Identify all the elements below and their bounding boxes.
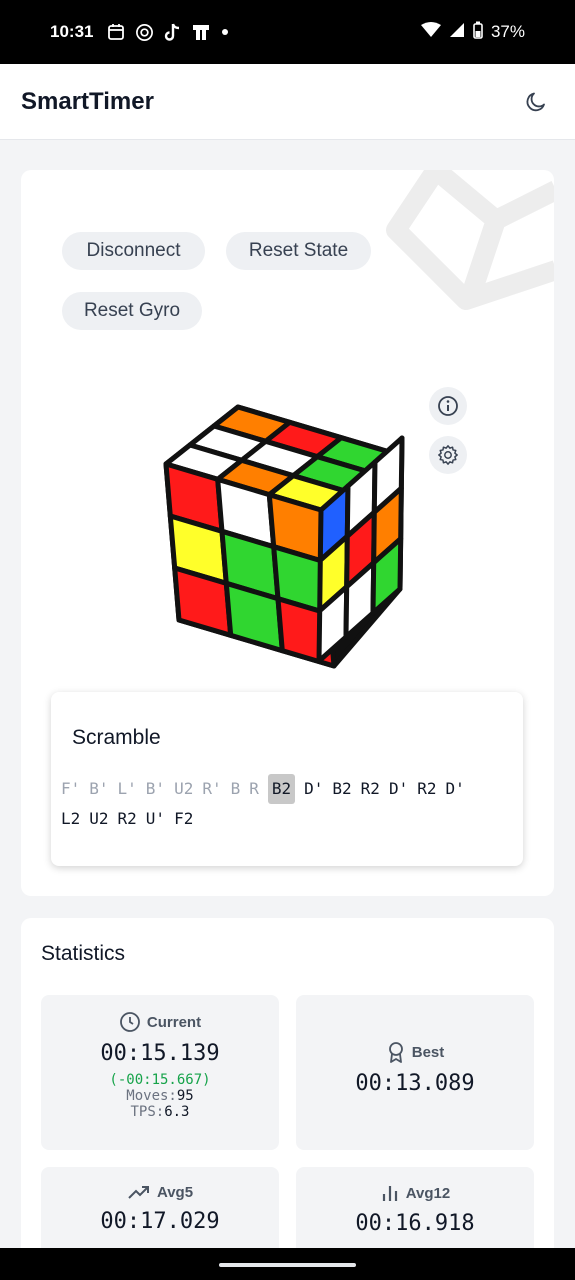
- scramble-move: D': [304, 779, 324, 798]
- status-bar: 10:31 37%: [0, 0, 575, 64]
- scramble-move: B2: [332, 779, 352, 798]
- scramble-move: R: [249, 779, 259, 798]
- battery-percent: 37%: [490, 22, 525, 41]
- status-time: 10:31: [50, 22, 94, 41]
- statistics-title: Statistics: [41, 942, 126, 965]
- scramble-move: B: [230, 779, 241, 798]
- moves-value: 95: [176, 1088, 194, 1104]
- bar-chart-icon: [382, 1186, 397, 1201]
- clock-icon: [120, 1012, 140, 1032]
- stat-avg5-label: Avg5: [156, 1183, 194, 1201]
- battery-icon: [473, 21, 483, 44]
- stat-best-label: Best: [411, 1043, 445, 1061]
- stat-best-value: 00:13.089: [355, 1071, 475, 1096]
- app-title: SmartTimer: [21, 87, 154, 115]
- dot-icon: [221, 28, 229, 36]
- scramble-move: U': [145, 809, 166, 828]
- scramble-move: D': [388, 779, 409, 798]
- cube-3d[interactable]: [21, 370, 554, 700]
- nav-bar: [0, 1248, 575, 1280]
- disconnect-button[interactable]: Disconnect: [62, 232, 205, 270]
- scramble-move: D': [445, 779, 465, 798]
- scramble-move: U2: [174, 779, 194, 798]
- statistics-card: Statistics Current 00:15.139 (-00:15.667…: [21, 918, 554, 1258]
- scramble-move: B': [89, 779, 109, 798]
- tps-value: 6.3: [164, 1104, 190, 1120]
- app-bar: SmartTimer: [0, 64, 575, 140]
- trending-up-icon: [128, 1186, 149, 1199]
- scramble-move: R2: [360, 779, 380, 798]
- moves-label: Moves:: [126, 1088, 177, 1104]
- home-gesture-handle[interactable]: [219, 1263, 356, 1267]
- at-icon: [135, 23, 154, 42]
- stat-avg5: Avg5 00:17.029: [41, 1167, 279, 1258]
- scramble-move: L': [117, 779, 137, 798]
- scramble-move: F2: [174, 809, 194, 828]
- stat-current-diff: (-00:15.667): [109, 1072, 211, 1088]
- status-right: 37%: [420, 21, 525, 44]
- scramble-move: R2: [417, 779, 437, 798]
- scramble-moves: F' B' L' B' U2 R' B R B2 D' B2 R2 D' R2 D' L2 U2 R2 U' F2: [61, 774, 481, 834]
- stat-current-label: Current: [146, 1013, 202, 1031]
- scramble-move: B': [145, 779, 166, 798]
- wifi-icon: [420, 21, 441, 43]
- app-icon: [191, 23, 211, 41]
- scramble-move: R2: [117, 809, 137, 828]
- scramble-heading: Scramble: [72, 726, 161, 749]
- cube-watermark-icon: [386, 170, 554, 310]
- stat-current: Current 00:15.139 (-00:15.667) Moves:95 …: [41, 995, 279, 1150]
- stat-best: Best 00:13.089: [296, 995, 534, 1150]
- stat-avg12-label: Avg12: [405, 1184, 451, 1202]
- scramble-move: R': [202, 779, 222, 798]
- stat-avg5-value: 00:17.029: [100, 1209, 220, 1234]
- scramble-move: U2: [89, 809, 109, 828]
- stat-avg12-value: 00:16.918: [355, 1211, 475, 1236]
- calendar-icon: [107, 23, 125, 41]
- scramble-move: F': [61, 779, 81, 798]
- cell-signal-icon: [449, 22, 465, 43]
- tps-label: TPS:: [130, 1104, 165, 1120]
- scramble-move: B2: [267, 774, 296, 804]
- stat-current-value: 00:15.139: [100, 1041, 220, 1066]
- cube-card: Disconnect Reset State Reset Gyro Scramb…: [21, 170, 554, 896]
- scramble-move: L2: [61, 809, 81, 828]
- award-icon: [388, 1042, 403, 1063]
- moon-icon[interactable]: [518, 84, 554, 120]
- reset-state-button[interactable]: Reset State: [226, 232, 371, 270]
- reset-gyro-button[interactable]: Reset Gyro: [62, 292, 202, 330]
- stat-avg12: Avg12 00:16.918: [296, 1167, 534, 1258]
- tiktok-icon: [164, 23, 181, 42]
